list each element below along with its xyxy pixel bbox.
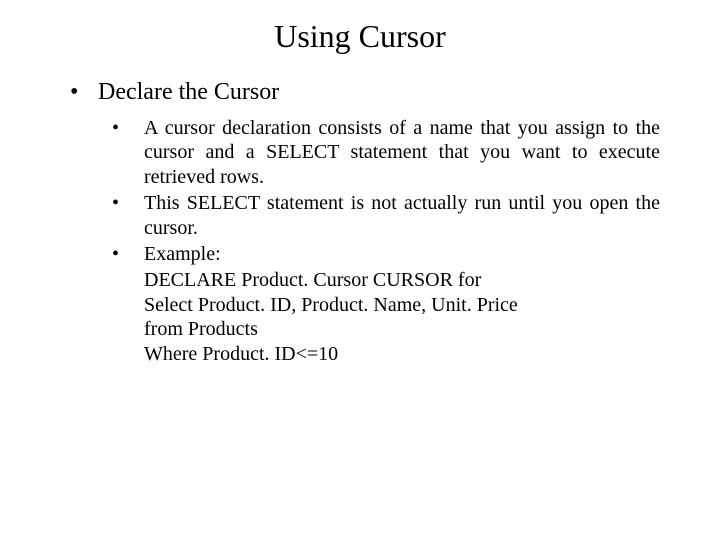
bullet-icon: •: [112, 242, 119, 266]
section-heading: Declare the Cursor: [70, 79, 720, 106]
example-line: Select Product. ID, Product. Name, Unit.…: [144, 293, 660, 317]
bullet-text: This SELECT statement is not actually ru…: [144, 192, 660, 238]
example-line: Where Product. ID<=10: [144, 342, 660, 366]
slide: Using Cursor Declare the Cursor • A curs…: [0, 18, 720, 558]
bullet-text: Example:: [144, 243, 221, 265]
example-line: DECLARE Product. Cursor CURSOR for: [144, 268, 660, 292]
bullet-text: A cursor declaration consists of a name …: [144, 117, 660, 188]
bullet-item: • This SELECT statement is not actually …: [112, 191, 660, 240]
bullet-item: • A cursor declaration consists of a nam…: [112, 116, 660, 189]
example-line: from Products: [144, 317, 660, 341]
bullet-icon: •: [112, 116, 119, 140]
bullet-item: • Example:: [112, 242, 660, 266]
slide-title: Using Cursor: [0, 18, 720, 55]
bullet-icon: •: [112, 191, 119, 215]
